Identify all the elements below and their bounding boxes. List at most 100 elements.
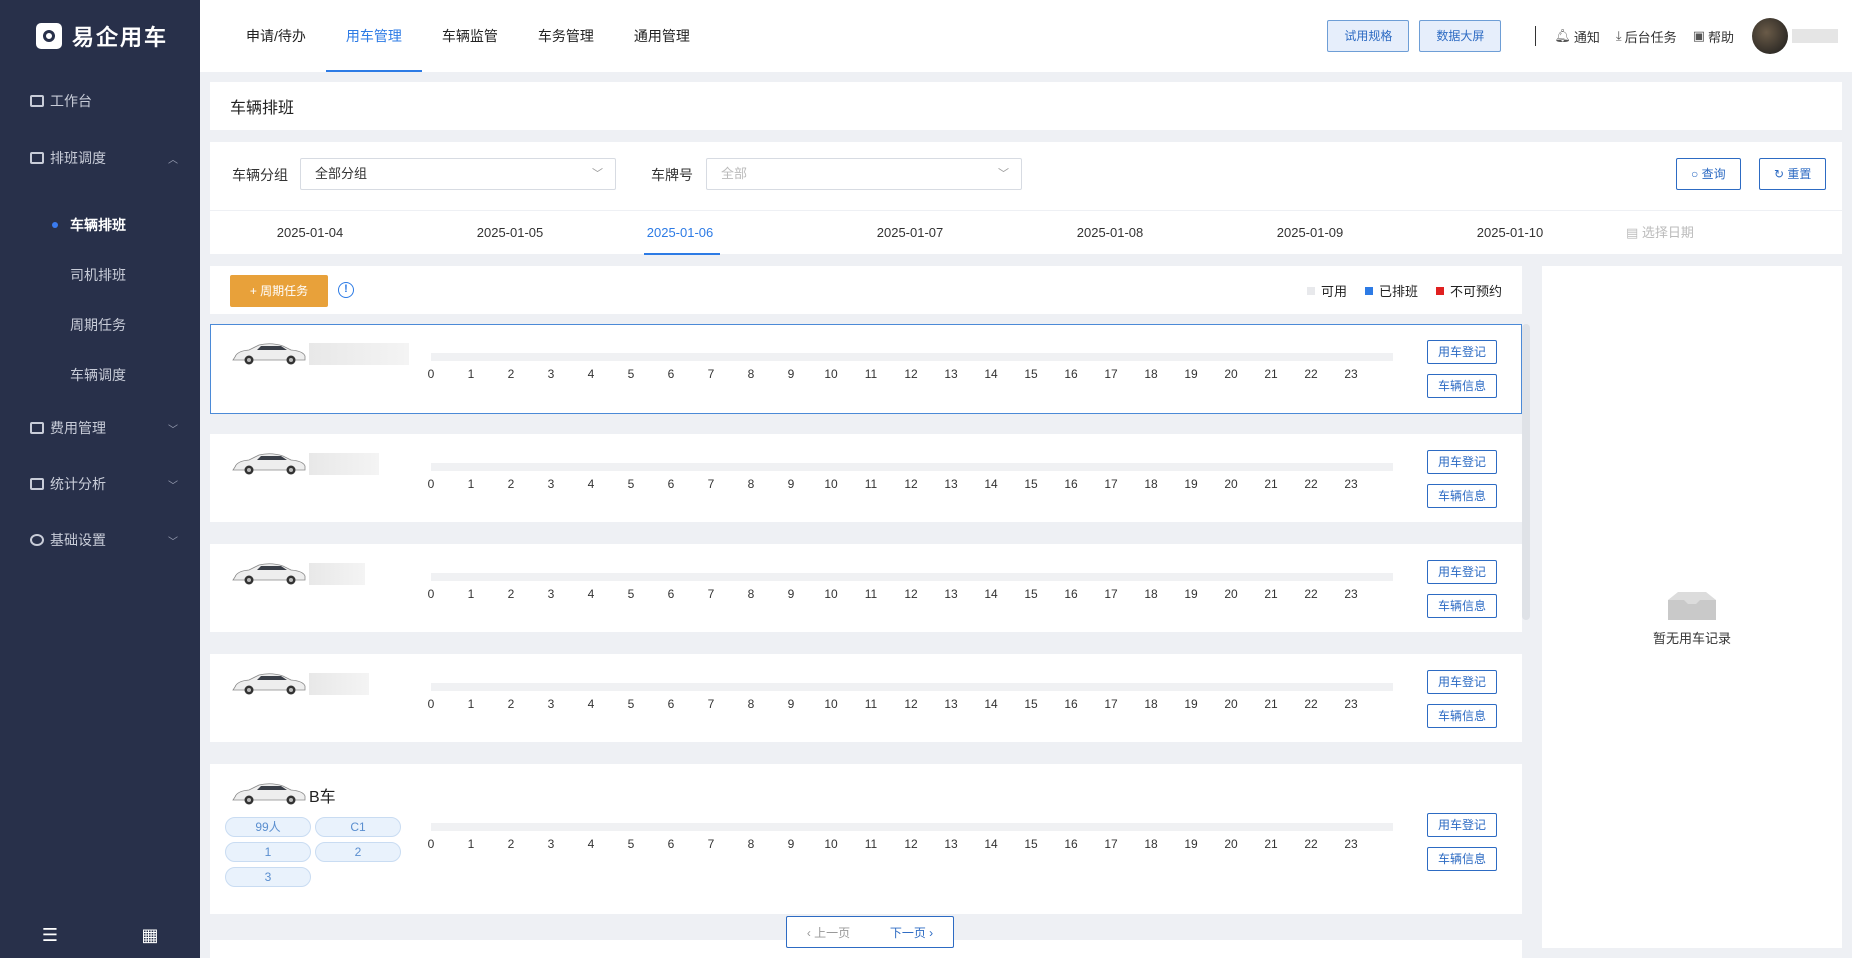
sidebar-item-scheduling[interactable]: 排班调度 ︿ — [0, 130, 200, 186]
add-periodic-task-button[interactable]: + 周期任务 — [230, 275, 328, 307]
vehicle-register-button[interactable]: 用车登记 — [1427, 340, 1497, 364]
hour-tick-label: 21 — [1264, 697, 1278, 711]
bar-chart-icon — [30, 478, 44, 490]
hour-tick-label: 11 — [864, 477, 878, 491]
hour-tick-label: 18 — [1144, 477, 1158, 491]
group-select[interactable]: 全部分组 ﹀ — [300, 158, 616, 190]
vehicle-info-button[interactable]: 车辆信息 — [1427, 374, 1497, 398]
vehicle-info-button[interactable]: 车辆信息 — [1427, 484, 1497, 508]
trial-spec-button[interactable]: 试用规格 — [1327, 20, 1410, 52]
sidebar-item-statistics[interactable]: 统计分析 ﹀ — [0, 456, 200, 512]
sidebar-item-settings[interactable]: 基础设置 ﹀ — [0, 512, 200, 568]
hour-tick-label: 11 — [864, 367, 878, 381]
hour-tick-label: 4 — [587, 477, 595, 491]
plate-select[interactable]: 全部 ﹀ — [706, 158, 1022, 190]
hour-tick-label: 10 — [824, 697, 838, 711]
schedule-toolbar: + 周期任务 ! 可用 已排班 不可预约 — [210, 266, 1522, 314]
tab-vehicle-monitoring[interactable]: 车辆监管 — [422, 0, 518, 72]
date-tab[interactable]: 2025-01-04 — [250, 211, 370, 255]
date-picker-label: 选择日期 — [1641, 225, 1694, 240]
info-icon[interactable]: ! — [338, 282, 354, 298]
chevron-up-icon: ︿ — [168, 154, 178, 166]
vehicle-register-button[interactable]: 用车登记 — [1427, 560, 1497, 584]
date-picker[interactable]: ▤ 选择日期 — [1626, 211, 1694, 255]
query-button[interactable]: ○ 查询 — [1676, 158, 1741, 190]
active-dot-icon — [52, 222, 58, 228]
date-tab[interactable]: 2025-01-05 — [450, 211, 570, 255]
vehicle-register-button[interactable]: 用车登记 — [1427, 813, 1497, 837]
hour-tick-label: 5 — [627, 367, 635, 381]
vehicle-card[interactable]: 0 1 2 3 4 5 6 7 8 9 10 11 12 13 14 15 16 17 18 19 20 21 22 23 用车… — [210, 654, 1522, 742]
vehicle-card[interactable]: B车 99人 C1 1 2 3 0 1 2 3 4 5 6 7 8 9 10 11 12 13 14 15 16 17 18 19… — [210, 764, 1522, 914]
hour-tick-label: 22 — [1304, 587, 1318, 601]
avatar[interactable] — [1752, 18, 1788, 54]
search-icon: ○ — [1691, 167, 1699, 181]
next-page-button[interactable]: 下一页 › — [890, 924, 933, 941]
sidebar-subitem-vehicle-schedule[interactable]: 车辆排班 — [0, 200, 200, 250]
tab-general[interactable]: 通用管理 — [614, 0, 710, 72]
vehicle-list-scrollbar[interactable] — [1522, 324, 1530, 620]
hour-tick-label: 11 — [864, 837, 878, 851]
tab-fleet-affairs[interactable]: 车务管理 — [518, 0, 614, 72]
date-tab[interactable]: 2025-01-07 — [850, 211, 970, 255]
hour-tick-label: 5 — [627, 477, 635, 491]
notification-label: 通知 — [1573, 29, 1600, 45]
vehicle-register-button[interactable]: 用车登记 — [1427, 450, 1497, 474]
legend: 可用 已排班 不可预约 — [1289, 281, 1502, 300]
schedule-timeline[interactable] — [431, 683, 1393, 691]
notification-link[interactable]: 🔔︎ 通知 — [1554, 27, 1600, 46]
tab-requests[interactable]: 申请/待办 — [226, 0, 326, 72]
collapse-menu-icon[interactable]: ☰ — [39, 926, 61, 944]
hour-tick-label: 4 — [587, 587, 595, 601]
hour-tick-label: 7 — [707, 587, 715, 601]
vehicle-tag: C1 — [315, 817, 401, 837]
date-tab-active[interactable]: 2025-01-06 — [610, 211, 750, 255]
help-link[interactable]: ▣ 帮助 — [1693, 27, 1734, 46]
hour-tick-label: 16 — [1064, 477, 1078, 491]
date-tab[interactable]: 2025-01-10 — [1450, 211, 1570, 255]
hour-tick-label: 21 — [1264, 477, 1278, 491]
date-tab[interactable]: 2025-01-08 — [1050, 211, 1170, 255]
sidebar-item-expenses[interactable]: 费用管理 ﹀ — [0, 400, 200, 456]
schedule-timeline[interactable] — [431, 573, 1393, 581]
schedule-timeline[interactable] — [431, 353, 1393, 361]
tab-vehicle-usage[interactable]: 用车管理 — [325, 0, 422, 72]
vehicle-register-button[interactable]: 用车登记 — [1427, 670, 1497, 694]
schedule-timeline[interactable] — [431, 823, 1393, 831]
chevron-down-icon: ﹀ — [168, 536, 178, 548]
hour-tick-label: 14 — [984, 587, 998, 601]
vehicle-card[interactable]: 0 1 2 3 4 5 6 7 8 9 10 11 12 13 14 15 16 17 18 19 20 21 22 23 用车… — [210, 544, 1522, 632]
hour-tick-label: 14 — [984, 367, 998, 381]
schedule-timeline[interactable] — [431, 463, 1393, 471]
group-filter-label: 车辆分组 — [232, 167, 288, 183]
sidebar-item-workbench[interactable]: 工作台 — [0, 72, 200, 130]
prev-page-button[interactable]: ‹ 上一页 — [807, 924, 850, 941]
date-tab[interactable]: 2025-01-09 — [1250, 211, 1370, 255]
sidebar-subitem-periodic-tasks[interactable]: 周期任务 — [0, 300, 200, 350]
vehicle-info-button[interactable]: 车辆信息 — [1427, 594, 1497, 618]
background-tasks-link[interactable]: ⤓ 后台任务 — [1616, 27, 1677, 46]
hour-tick-label: 22 — [1304, 477, 1318, 491]
vehicle-card[interactable]: 0 1 2 3 4 5 6 7 8 9 10 11 12 13 14 15 16 17 18 19 20 21 22 23 用车… — [210, 324, 1522, 414]
header-actions: 试用规格 数据大屏 🔔︎ 通知 ⤓ 后台任务 ▣ 帮助 — [1327, 0, 1838, 72]
background-tasks-label: 后台任务 — [1624, 29, 1677, 45]
query-label: 查询 — [1701, 167, 1726, 181]
reset-button[interactable]: ↻ 重置 — [1759, 158, 1827, 190]
hour-tick-label: 18 — [1144, 367, 1158, 381]
vehicle-info-button[interactable]: 车辆信息 — [1427, 704, 1497, 728]
hour-tick-label: 0 — [427, 837, 435, 851]
vehicle-card[interactable]: 0 1 2 3 4 5 6 7 8 9 10 11 12 13 14 15 16 17 18 19 20 21 22 23 用车… — [210, 434, 1522, 522]
apps-grid-icon[interactable]: ▦ — [139, 926, 161, 944]
hour-axis: 0 1 2 3 4 5 6 7 8 9 10 11 12 13 14 15 16 17 18 19 20 21 22 23 — [428, 477, 1411, 493]
sidebar-bottom-bar: ☰ ▦ — [0, 912, 200, 958]
sidebar-item-label: 费用管理 — [50, 420, 106, 436]
sidebar-subitem-vehicle-dispatch[interactable]: 车辆调度 — [0, 350, 200, 400]
sidebar-item-label: 基础设置 — [50, 532, 106, 548]
legend-item: 不可预约 — [1435, 281, 1502, 300]
hour-tick-label: 20 — [1224, 697, 1238, 711]
sidebar-subitem-driver-schedule[interactable]: 司机排班 — [0, 250, 200, 300]
hour-tick-label: 11 — [864, 697, 878, 711]
vehicle-info-button[interactable]: 车辆信息 — [1427, 847, 1497, 871]
data-dashboard-button[interactable]: 数据大屏 — [1419, 20, 1502, 52]
hour-tick-label: 16 — [1064, 587, 1078, 601]
